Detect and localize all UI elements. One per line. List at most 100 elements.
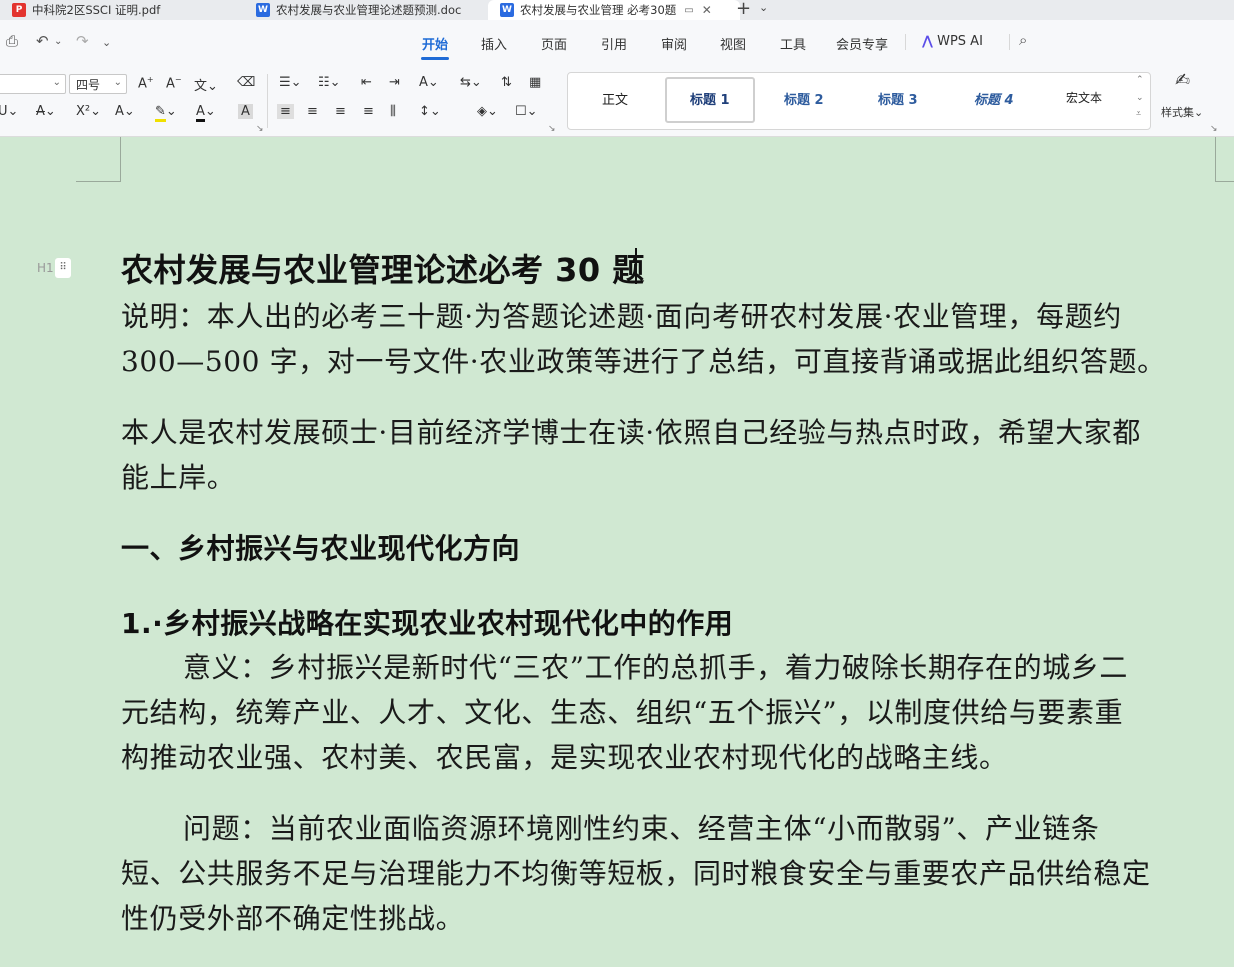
style-heading-3[interactable]: 标题 3 [878, 89, 918, 108]
style-set-button[interactable]: 样式集⌄ [1161, 104, 1203, 120]
increase-font-icon[interactable]: A+ [138, 75, 154, 91]
tab-doc-active[interactable]: W 农村发展与农业管理 必考30题 ▭ ✕ [488, 0, 740, 20]
tab-doc-predict[interactable]: W 农村发展与农业管理论述题预测.doc [246, 0, 486, 20]
text-effect-icon[interactable]: A⌄ [115, 104, 135, 119]
menu-tools[interactable]: 工具 [780, 34, 806, 53]
tab-pdf[interactable]: P 中科院2区SSCI 证明.pdf [0, 0, 250, 20]
show-marks-icon[interactable]: ▦ [529, 75, 541, 90]
active-menu-underline [421, 57, 449, 60]
tab-label: 农村发展与农业管理 必考30题 [520, 3, 677, 17]
style-normal[interactable]: 正文 [602, 89, 628, 108]
problem-line-1[interactable]: 问题：当前农业面临资源环境刚性约束、经营主体“小而散弱”、产业链条 [121, 806, 1216, 851]
menu-review[interactable]: 审阅 [661, 34, 687, 53]
gallery-expand-icon[interactable]: ⩡ [1136, 109, 1141, 119]
sort-icon[interactable]: ⇅ [501, 75, 512, 90]
chinese-layout-icon[interactable]: A⌄ [419, 75, 439, 90]
wps-ai-icon: ⋀ [922, 34, 933, 49]
gallery-scroll-up-icon[interactable]: ⌃ [1136, 75, 1144, 85]
quick-access-more-icon[interactable]: ⌄ [102, 36, 111, 49]
style-gallery: 正文 标题 1 标题 2 标题 3 标题 4 宏文本 ⌃ ⌄ ⩡ [567, 72, 1151, 130]
align-left-icon[interactable]: ≡ [277, 104, 294, 119]
gallery-scroll-down-icon[interactable]: ⌄ [1136, 93, 1144, 103]
style-heading-2[interactable]: 标题 2 [784, 89, 824, 108]
paragraph-dialog-launcher-icon[interactable]: ↘ [548, 124, 556, 134]
text-direction-icon[interactable]: ⇆⌄ [460, 75, 482, 90]
pdf-icon: P [12, 3, 26, 17]
document-page[interactable]: H1 ⠿ 农村发展与农业管理论述必考 30 题 说明：本人出的必考三十题·为答题… [0, 137, 1234, 967]
strikethrough-icon[interactable]: A⌄ [36, 104, 56, 119]
word-doc-icon: W [500, 3, 514, 17]
justify-icon[interactable]: ≡ [363, 104, 374, 119]
crop-mark-left [76, 137, 121, 182]
meaning-line-1[interactable]: 意义：乡村振兴是新时代“三农”工作的总抓手，着力破除长期存在的城乡二 [121, 645, 1216, 690]
style-set-icon[interactable]: ✍ [1175, 70, 1190, 91]
redo-icon[interactable]: ↷ [76, 32, 89, 50]
highlight-icon[interactable]: ✎⌄ [155, 104, 177, 122]
numbered-list-icon[interactable]: ☷⌄ [318, 75, 341, 90]
document-title-text: 农村发展与农业管理论述必考 30 题 [121, 251, 645, 289]
intro-line-2[interactable]: 300—500 字，对一号文件·农业政策等进行了总结，可直接背诵或据此组织答题。 [121, 339, 1216, 384]
font-size-dropdown[interactable]: 四号 ⌄ [69, 74, 127, 94]
font-name-dropdown[interactable]: ⌄ [0, 74, 66, 94]
chevron-down-icon: ⌄ [52, 77, 61, 88]
new-tab-plus-icon[interactable]: + [736, 0, 751, 19]
decrease-indent-icon[interactable]: ⇤ [361, 75, 372, 90]
print-preview-icon[interactable]: ⎙ [6, 32, 18, 50]
superscript-icon[interactable]: X²⌄ [76, 104, 101, 119]
undo-dropdown-icon[interactable]: ⌄ [54, 36, 62, 47]
author-line-1[interactable]: 本人是农村发展硕士·目前经济学博士在读·依照自己经验与热点时政，希望大家都 [121, 410, 1216, 455]
font-size-value: 四号 [76, 77, 101, 92]
menu-insert[interactable]: 插入 [481, 34, 507, 53]
phonetic-guide-icon[interactable]: 文⌄ [194, 75, 218, 94]
character-shading-icon[interactable]: A [238, 104, 253, 119]
monitor-icon[interactable]: ▭ [684, 5, 693, 16]
line-spacing-icon[interactable]: ↕⌄ [419, 104, 441, 119]
crop-mark-right [1215, 137, 1234, 182]
author-line-2[interactable]: 能上岸。 [121, 455, 1216, 500]
undo-icon[interactable]: ↶ [36, 32, 49, 50]
question-1-heading[interactable]: 1.·乡村振兴战略在实现农业农村现代化中的作用 [121, 602, 733, 642]
meaning-line-2[interactable]: 元结构，统筹产业、人才、文化、生态、组织“五个振兴”，以制度供给与要素重 [121, 690, 1216, 735]
style-heading-4[interactable]: 标题 4 [974, 89, 1014, 108]
menu-page[interactable]: 页面 [541, 34, 567, 53]
problem-line-3[interactable]: 性仍受外部不确定性挑战。 [121, 896, 1216, 941]
bullet-list-icon[interactable]: ☰⌄ [279, 75, 302, 90]
menu-bar: ⎙ ↶ ⌄ ↷ ⌄ 开始 插入 页面 引用 审阅 视图 工具 会员专享 ⋀ WP… [0, 20, 1234, 66]
align-right-icon[interactable]: ≡ [335, 104, 346, 119]
search-icon[interactable]: ⌕ [1019, 31, 1027, 49]
section-heading[interactable]: 一、乡村振兴与农业现代化方向 [121, 527, 520, 567]
align-center-icon[interactable]: ≡ [307, 104, 318, 119]
decrease-font-icon[interactable]: A− [166, 75, 182, 91]
chevron-down-icon[interactable]: ⌄ [759, 1, 768, 14]
font-color-icon[interactable]: A⌄ [196, 104, 216, 122]
tab-label: 中科院2区SSCI 证明.pdf [32, 3, 161, 17]
menu-home[interactable]: 开始 [422, 34, 448, 53]
styles-dialog-launcher-icon[interactable]: ↘ [1210, 124, 1218, 134]
clear-format-icon[interactable]: ⌫ [237, 75, 255, 90]
menu-view[interactable]: 视图 [720, 34, 746, 53]
drag-handle-icon[interactable]: ⠿ [55, 258, 71, 278]
style-heading-1[interactable]: 标题 1 [690, 89, 730, 108]
distributed-align-icon[interactable]: ⫼ [390, 104, 396, 119]
document-title[interactable]: 农村发展与农业管理论述必考 30 题 [121, 245, 645, 291]
heading-level-marker: H1 [37, 261, 54, 275]
underline-dropdown-icon[interactable]: U⌄ [0, 104, 18, 119]
ribbon-toolbar: ⌄ 四号 ⌄ A+ A− 文⌄ ⌫ U⌄ A⌄ X²⌄ A⌄ ✎⌄ A⌄ A ↘… [0, 66, 1234, 137]
meaning-line-3[interactable]: 构推动农业强、农村美、农民富，是实现农业农村现代化的战略主线。 [121, 735, 1216, 780]
font-dialog-launcher-icon[interactable]: ↘ [256, 124, 264, 134]
style-macro-text[interactable]: 宏文本 [1066, 89, 1102, 106]
border-icon[interactable]: ☐⌄ [515, 104, 538, 119]
menu-divider [1009, 34, 1010, 50]
menu-references[interactable]: 引用 [601, 34, 627, 53]
tab-bar: P 中科院2区SSCI 证明.pdf W 农村发展与农业管理论述题预测.doc … [0, 0, 1234, 20]
text-cursor [635, 248, 637, 284]
menu-divider [905, 34, 906, 50]
intro-line-1[interactable]: 说明：本人出的必考三十题·为答题论述题·面向考研农村发展·农业管理，每题约 [121, 294, 1216, 339]
increase-indent-icon[interactable]: ⇥ [389, 75, 400, 90]
menu-member[interactable]: 会员专享 [836, 34, 888, 53]
chevron-down-icon: ⌄ [113, 77, 122, 88]
wps-ai-button[interactable]: ⋀ WPS AI [922, 34, 983, 49]
problem-line-2[interactable]: 短、公共服务不足与治理能力不均衡等短板，同时粮食安全与重要农产品供给稳定 [121, 851, 1216, 896]
shading-icon[interactable]: ◈⌄ [477, 104, 498, 119]
close-icon[interactable]: ✕ [702, 3, 712, 17]
